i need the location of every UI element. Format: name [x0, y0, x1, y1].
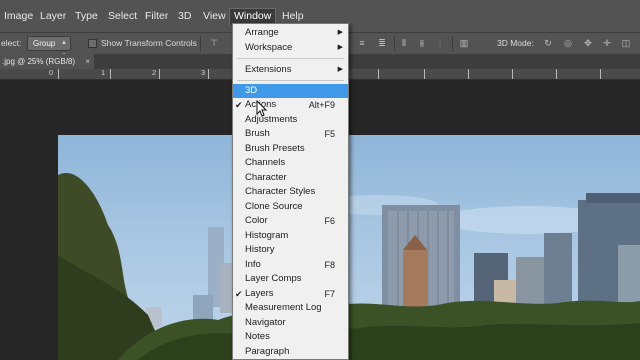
distribute-bottom-icon[interactable]: ≣: [376, 37, 388, 49]
auto-select-label: elect:: [1, 38, 22, 48]
menu-item-adjustments[interactable]: Adjustments: [233, 113, 348, 127]
menu-item-brush-presets[interactable]: Brush Presets: [233, 142, 348, 156]
ruler-label: 3: [201, 68, 206, 77]
ruler-tick: [468, 69, 469, 79]
ruler-tick: [208, 69, 209, 79]
show-transform-controls-checkbox[interactable]: [88, 39, 97, 48]
divider: [200, 36, 201, 51]
menu-item-info[interactable]: Info F8: [233, 258, 348, 272]
menu-item-clone-source[interactable]: Clone Source: [233, 200, 348, 214]
menu-separator: [237, 80, 344, 81]
distribute-left-icon[interactable]: ⫴: [398, 37, 410, 49]
3d-scale-icon[interactable]: ◫: [620, 37, 632, 49]
submenu-arrow-icon: ▶: [337, 44, 343, 51]
3d-roll-icon[interactable]: ◎: [562, 37, 574, 49]
auto-align-icon[interactable]: ▥: [458, 37, 470, 49]
document-tab[interactable]: .jpg @ 25% (RGB/8) ×: [0, 54, 94, 69]
menu-image[interactable]: Image: [0, 9, 37, 24]
align-top-icon[interactable]: ⊤: [208, 37, 220, 49]
menu-filter[interactable]: Filter: [141, 9, 172, 24]
menu-item-brush[interactable]: Brush F5: [233, 127, 348, 141]
show-transform-controls-label: Show Transform Controls: [101, 38, 197, 48]
menu-select[interactable]: Select: [104, 9, 141, 24]
menu-item-histogram[interactable]: Histogram: [233, 229, 348, 243]
menu-item-character-styles[interactable]: Character Styles: [233, 185, 348, 199]
distribute-vcenter-icon[interactable]: ≡: [356, 37, 368, 49]
ruler-tick: [110, 69, 111, 79]
ruler-tick: [378, 69, 379, 79]
ruler-tick: [512, 69, 513, 79]
menu-item-navigator[interactable]: Navigator: [233, 316, 348, 330]
menu-item-layer-comps[interactable]: Layer Comps: [233, 272, 348, 286]
3d-rotate-icon[interactable]: ↻: [542, 37, 554, 49]
ruler-tick: [424, 69, 425, 79]
menu-item-3d[interactable]: 3D: [233, 84, 348, 98]
menu-item-paragraph[interactable]: Paragraph: [233, 345, 348, 359]
checkmark-icon: ✔: [235, 289, 243, 299]
divider: [452, 36, 453, 51]
menu-separator: [237, 58, 344, 59]
submenu-arrow-icon: ▶: [337, 66, 343, 73]
menu-item-channels[interactable]: Channels: [233, 156, 348, 170]
menu-item-color[interactable]: Color F6: [233, 214, 348, 228]
divider: [394, 36, 395, 51]
3d-mode-label: 3D Mode:: [497, 38, 534, 48]
menu-item-actions[interactable]: ✔ Actions Alt+F9: [233, 98, 348, 112]
menu-item-extensions[interactable]: Extensions ▶: [233, 63, 348, 77]
document-tab-title: .jpg @ 25% (RGB/8): [2, 57, 76, 66]
menu-3d[interactable]: 3D: [174, 9, 195, 24]
menu-layer[interactable]: Layer: [36, 9, 70, 24]
mouse-pointer-icon: [256, 100, 268, 117]
menu-item-layers[interactable]: ✔ Layers F7: [233, 287, 348, 301]
menu-type[interactable]: Type: [71, 9, 102, 24]
auto-select-dropdown[interactable]: Group ▲▼: [27, 36, 71, 59]
distribute-right-icon[interactable]: ⫶: [434, 37, 446, 49]
menu-item-workspace[interactable]: Workspace ▶: [233, 41, 348, 55]
close-tab-icon[interactable]: ×: [85, 54, 90, 69]
menu-item-character[interactable]: Character: [233, 171, 348, 185]
ruler-label: 0: [49, 68, 54, 77]
ruler-tick: [159, 69, 160, 79]
ruler-label: 2: [152, 68, 157, 77]
3d-drag-icon[interactable]: ✥: [582, 37, 594, 49]
ruler-tick: [600, 69, 601, 79]
distribute-hcenter-icon[interactable]: ⫵: [416, 37, 428, 49]
menu-help[interactable]: Help: [278, 9, 308, 24]
menu-item-arrange[interactable]: Arrange ▶: [233, 26, 348, 40]
ruler-tick: [58, 69, 59, 79]
document-canvas-image[interactable]: [58, 135, 640, 360]
ruler-label: 1: [101, 68, 106, 77]
submenu-arrow-icon: ▶: [337, 29, 343, 36]
checkmark-icon: ✔: [235, 100, 243, 110]
menu-item-notes[interactable]: Notes: [233, 330, 348, 344]
menu-item-history[interactable]: History: [233, 243, 348, 257]
menu-view[interactable]: View: [199, 9, 230, 24]
menu-item-measurement-log[interactable]: Measurement Log: [233, 301, 348, 315]
auto-select-value: Group: [33, 39, 56, 48]
window-menu-dropdown: Arrange ▶ Workspace ▶ Extensions ▶ 3D ✔ …: [232, 23, 349, 360]
ruler-tick: [556, 69, 557, 79]
3d-slide-icon[interactable]: ✛: [601, 37, 613, 49]
city-skyline-photo: [58, 173, 640, 360]
